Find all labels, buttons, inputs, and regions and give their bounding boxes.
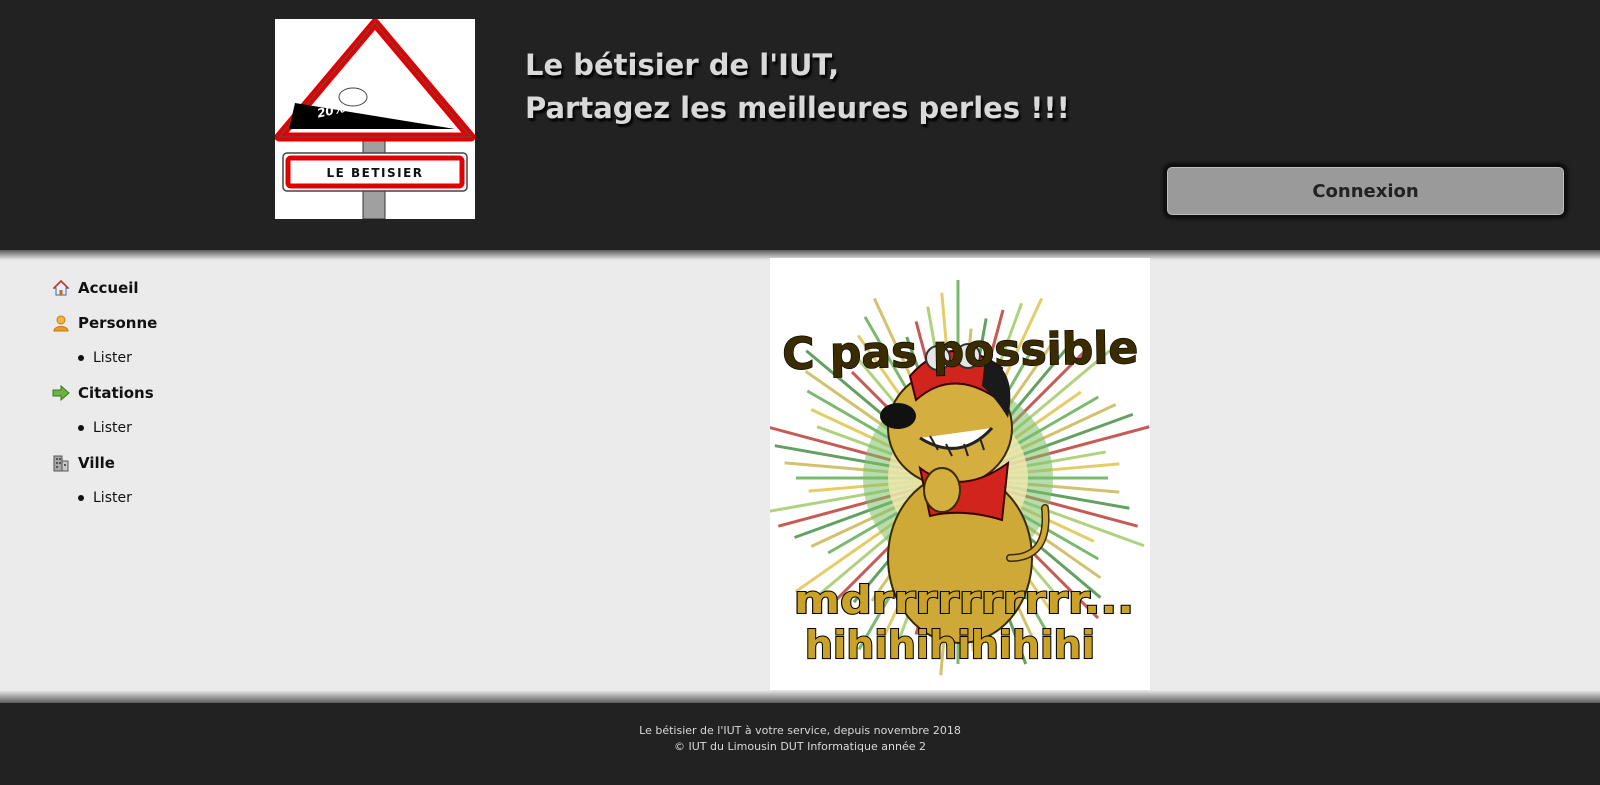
- tagline-line-2: Partagez les meilleures perles !!!: [525, 91, 1070, 125]
- footer: Le bétisier de l'IUT à votre service, de…: [0, 703, 1600, 785]
- home-icon: [52, 279, 70, 297]
- footer-copyright: © IUT du Limousin DUT Informatique année…: [674, 740, 926, 753]
- laughing-dog-illustration: C pas possible mdrrrrrrrrrr... hihihihih…: [762, 258, 1150, 690]
- menu-item-ville[interactable]: Ville: [52, 445, 157, 480]
- footer-line-1: Le bétisier de l'IUT à votre service, de…: [639, 724, 961, 737]
- login-button[interactable]: Connexion: [1164, 164, 1567, 218]
- submenu-label: Lister: [93, 419, 132, 436]
- building-icon: [52, 454, 70, 472]
- svg-text:mdrrrrrrrrrr...: mdrrrrrrrrrr...: [794, 578, 1134, 622]
- svg-text:C pas possible: C pas possible: [782, 323, 1139, 380]
- bullet-icon: [78, 494, 84, 501]
- menu-item-citations[interactable]: Citations: [52, 375, 157, 410]
- arrow-right-icon: [52, 384, 70, 402]
- svg-text:LE BETISIER: LE BETISIER: [326, 166, 423, 180]
- site-tagline: Le bétisier de l'IUT, Partagez les meill…: [525, 44, 1070, 130]
- submenu-personne-lister[interactable]: Lister: [52, 340, 157, 375]
- footer-divider: [0, 690, 1600, 703]
- betisier-sign-icon: 20% LE BETISIER: [274, 18, 476, 220]
- submenu-label: Lister: [93, 349, 132, 366]
- funny-dog-image: C pas possible mdrrrrrrrrrr... hihihihih…: [762, 258, 1150, 690]
- tagline-line-1: Le bétisier de l'IUT,: [525, 48, 840, 82]
- submenu-ville-lister[interactable]: Lister: [52, 480, 157, 515]
- svg-text:hihihihihihihi: hihihihihihihi: [805, 623, 1095, 667]
- menu-label-citations: Citations: [78, 383, 154, 402]
- submenu-citations-lister[interactable]: Lister: [52, 410, 157, 445]
- person-icon: [52, 314, 70, 332]
- site-logo[interactable]: 20% LE BETISIER: [274, 18, 476, 220]
- menu-label-personne: Personne: [78, 313, 158, 332]
- side-menu: Accueil Personne Lister Citations Lister: [52, 270, 157, 515]
- bullet-icon: [78, 354, 84, 361]
- bullet-icon: [78, 424, 84, 431]
- submenu-label: Lister: [93, 489, 132, 506]
- menu-label-accueil: Accueil: [78, 278, 139, 297]
- menu-item-accueil[interactable]: Accueil: [52, 270, 157, 305]
- menu-item-personne[interactable]: Personne: [52, 305, 157, 340]
- menu-label-ville: Ville: [78, 453, 115, 472]
- header: 20% LE BETISIER Le bétisier de l'IUT, Pa…: [0, 0, 1600, 250]
